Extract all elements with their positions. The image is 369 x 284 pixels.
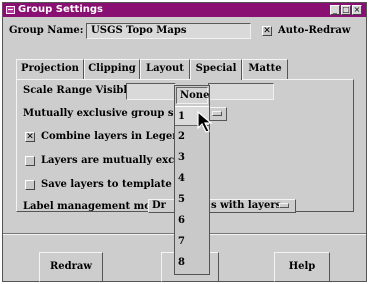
label-mgmt-label: Label management mode: — [23, 201, 168, 212]
dropdown-item-8[interactable]: 8 — [175, 253, 209, 273]
minimize-button[interactable]: _ — [330, 5, 340, 15]
scale-min-input[interactable] — [126, 83, 176, 100]
scale-range-label: Scale Range Visible — [23, 85, 134, 96]
scale-max-input[interactable] — [208, 83, 274, 100]
close-button[interactable]: × — [352, 5, 362, 15]
group-name-label: Group Name: — [9, 25, 84, 36]
mutex-group-label: Mutually exclusive group set: — [23, 108, 189, 119]
auto-redraw-checkbox[interactable]: ✕ — [262, 26, 272, 36]
save-template-label: Save layers to template "as — [41, 179, 193, 190]
dropdown-item-3[interactable]: 3 — [175, 148, 209, 168]
tab-special[interactable]: Special — [190, 59, 242, 80]
maximize-button[interactable]: □ — [341, 5, 351, 15]
mouse-pointer-icon — [197, 110, 213, 133]
dropdown-item-5[interactable]: 5 — [175, 190, 209, 210]
save-template-checkbox[interactable] — [25, 180, 35, 190]
tab-projection[interactable]: Projection — [16, 59, 84, 79]
combine-layers-checkbox[interactable]: ✕ — [25, 132, 35, 142]
layers-mutex-label: Layers are mutually exclu — [41, 155, 186, 166]
title-bar[interactable]: Group Settings _ □ × — [3, 3, 366, 17]
label-mgmt-option-menu[interactable]: Dr s with layers — [148, 199, 296, 213]
dropdown-item-6[interactable]: 6 — [175, 211, 209, 231]
help-button[interactable]: Help — [274, 252, 330, 282]
auto-redraw-label: Auto-Redraw — [278, 25, 351, 36]
redraw-button[interactable]: Redraw — [39, 252, 103, 282]
group-name-input[interactable]: USGS Topo Maps — [86, 23, 251, 39]
dropdown-item-none[interactable]: None — [176, 87, 209, 104]
layers-mutex-checkbox[interactable] — [25, 156, 35, 166]
dropdown-item-7[interactable]: 7 — [175, 232, 209, 252]
tab-clipping[interactable]: Clipping — [84, 59, 140, 79]
combine-layers-label: Combine layers in Legend — [41, 131, 187, 142]
group-settings-window: Group Settings _ □ × Group Name: USGS To… — [2, 2, 367, 282]
dropdown-item-4[interactable]: 4 — [175, 169, 209, 189]
tab-matte[interactable]: Matte — [242, 59, 288, 79]
label-mgmt-value-right: s with layers — [211, 200, 282, 211]
option-menu-indicator-icon — [279, 203, 289, 208]
tab-layout[interactable]: Layout — [140, 59, 190, 79]
window-title: Group Settings — [18, 4, 103, 15]
window-menu-icon[interactable] — [6, 6, 15, 14]
label-mgmt-value-left: Dr — [152, 200, 166, 211]
